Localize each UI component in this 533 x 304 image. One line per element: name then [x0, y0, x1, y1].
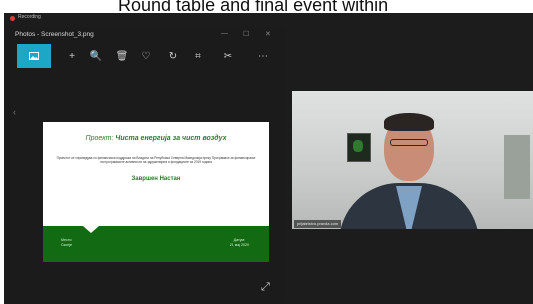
participant-name-tag: prijatelstvo.pravda.com — [294, 220, 342, 228]
wall-picture — [347, 133, 371, 162]
edit-button[interactable]: ✂ — [217, 44, 239, 68]
expand-icon[interactable]: ⤢ — [261, 281, 270, 294]
view-image-button[interactable] — [17, 44, 51, 68]
meeting-window: Recording Photos - Screenshot_3.png — ☐ … — [4, 13, 533, 304]
rotate-button[interactable]: ↻ — [162, 44, 184, 68]
shelf — [504, 135, 530, 199]
minimize-button[interactable]: — — [221, 30, 228, 37]
crop-button[interactable]: ⌗ — [187, 44, 209, 68]
slide-body: Проектот се спроведува со финансиска под… — [56, 156, 256, 165]
slide-footer: Место: Скопје Датум: 21 мај 2020 — [43, 226, 269, 262]
delete-button[interactable]: 🗑 — [111, 44, 133, 68]
slide-footer-place: Место: Скопје — [61, 238, 73, 247]
shared-screen: Photos - Screenshot_3.png — ☐ ✕ + 🔍 🗑 ♡ … — [7, 27, 285, 303]
photos-toolbar: + 🔍 🗑 ♡ ↻ ⌗ ✂ ⋯ — [7, 44, 285, 68]
slide-footer-date: Датум: 21 мај 2020 — [229, 238, 249, 247]
participant-hair — [384, 113, 434, 131]
slide-subtitle: Завршен Настан — [131, 176, 181, 182]
close-button[interactable]: ✕ — [265, 30, 271, 38]
add-button[interactable]: + — [61, 44, 83, 68]
maximize-button[interactable]: ☐ — [243, 30, 249, 38]
photos-window-title: Photos - Screenshot_3.png — [15, 31, 94, 38]
participant-video[interactable]: prijatelstvo.pravda.com — [292, 91, 533, 229]
favorite-button[interactable]: ♡ — [135, 44, 157, 68]
slide-title: Проект: Чиста енергија за чист воздух — [43, 135, 269, 142]
participant-glasses — [390, 139, 428, 146]
slide-notch — [83, 226, 99, 233]
recording-label: Recording — [18, 14, 41, 20]
more-button[interactable]: ⋯ — [252, 44, 274, 68]
slide-title-main: Чиста енергија за чист воздух — [115, 135, 227, 142]
image-icon — [29, 52, 39, 60]
presentation-slide: Проект: Чиста енергија за чист воздух Пр… — [43, 122, 269, 262]
slide-title-prefix: Проект: — [85, 135, 114, 142]
zoom-button[interactable]: 🔍 — [85, 44, 107, 68]
photos-titlebar: Photos - Screenshot_3.png — ☐ ✕ — [7, 27, 285, 43]
previous-image-icon[interactable]: ‹ — [13, 107, 16, 117]
record-indicator-icon — [10, 16, 15, 21]
